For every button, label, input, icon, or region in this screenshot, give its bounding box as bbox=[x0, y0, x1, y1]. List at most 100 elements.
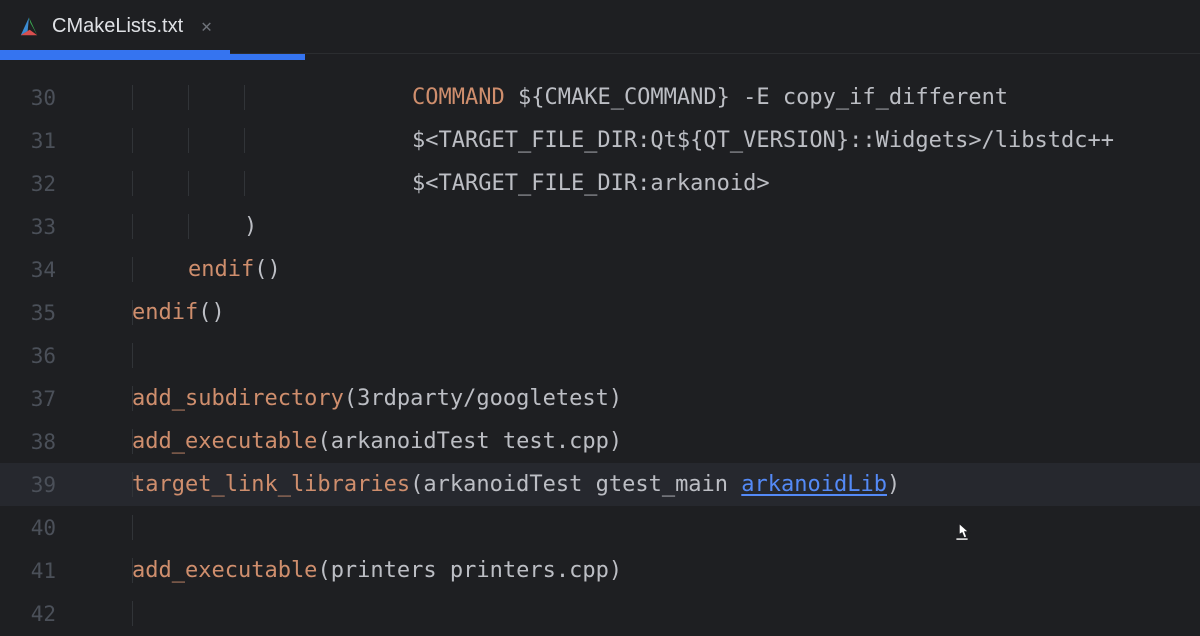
code-token: arkanoidTest gtest_main bbox=[423, 472, 741, 497]
indent-guide bbox=[244, 85, 245, 110]
indent-guide bbox=[132, 128, 133, 153]
code-content[interactable]: $<TARGET_FILE_DIR:Qt${QT_VERSION}::Widge… bbox=[80, 128, 1200, 153]
code-content[interactable]: COMMAND ${CMAKE_COMMAND} -E copy_if_diff… bbox=[80, 85, 1200, 110]
code-content[interactable]: add_subdirectory(3rdparty/googletest) bbox=[80, 386, 1200, 411]
code-content[interactable]: add_executable(printers printers.cpp) bbox=[80, 558, 1200, 583]
code-token: 3rdparty/googletest bbox=[357, 386, 609, 411]
code-token: () bbox=[254, 257, 281, 282]
progress-bar bbox=[0, 54, 305, 60]
tab-filename: CMakeLists.txt bbox=[52, 15, 183, 38]
editor-tab[interactable]: CMakeLists.txt ✕ bbox=[0, 0, 230, 53]
code-token: COMMAND bbox=[412, 85, 505, 110]
code-token: ( bbox=[317, 558, 330, 583]
code-token: } bbox=[717, 85, 730, 110]
code-line[interactable]: 41add_executable(printers printers.cpp) bbox=[0, 549, 1200, 592]
symbol-link[interactable]: arkanoidLib bbox=[741, 472, 887, 497]
indent-guide bbox=[132, 601, 133, 626]
code-token: arkanoidTest test.cpp bbox=[331, 429, 609, 454]
code-token: ${ bbox=[677, 128, 704, 153]
code-content[interactable] bbox=[80, 601, 1200, 626]
indent-guide bbox=[132, 386, 133, 411]
code-token: target_link_libraries bbox=[132, 472, 410, 497]
code-content[interactable]: ) bbox=[80, 214, 1200, 239]
code-token: $<TARGET_FILE_DIR:Qt bbox=[412, 128, 677, 153]
code-token: ( bbox=[410, 472, 423, 497]
line-number: 31 bbox=[0, 129, 80, 153]
code-content[interactable]: target_link_libraries(arkanoidTest gtest… bbox=[80, 472, 1200, 497]
code-line[interactable]: 33) bbox=[0, 205, 1200, 248]
indent-guide bbox=[132, 85, 133, 110]
indent-guide bbox=[132, 171, 133, 196]
line-number: 36 bbox=[0, 344, 80, 368]
code-token: add_subdirectory bbox=[132, 386, 344, 411]
code-token bbox=[505, 85, 518, 110]
indent-guide bbox=[188, 171, 189, 196]
code-token: $<TARGET_FILE_DIR:arkanoid> bbox=[412, 171, 770, 196]
code-line[interactable]: 42 bbox=[0, 592, 1200, 635]
indent-guide bbox=[132, 343, 133, 368]
code-content[interactable] bbox=[80, 343, 1200, 368]
code-editor[interactable]: 30COMMAND ${CMAKE_COMMAND} -E copy_if_di… bbox=[0, 54, 1200, 635]
code-content[interactable]: endif() bbox=[80, 257, 1200, 282]
code-token: endif bbox=[132, 300, 198, 325]
code-token: ::Widgets>/libstdc++ bbox=[849, 128, 1114, 153]
code-line[interactable]: 38add_executable(arkanoidTest test.cpp) bbox=[0, 420, 1200, 463]
code-token: QT_VERSION bbox=[703, 128, 835, 153]
code-token: ) bbox=[887, 472, 900, 497]
indent-guide bbox=[188, 85, 189, 110]
indent-guide bbox=[132, 214, 133, 239]
line-number: 38 bbox=[0, 430, 80, 454]
line-number: 30 bbox=[0, 86, 80, 110]
cmake-file-icon bbox=[18, 16, 40, 38]
indent-guide bbox=[188, 214, 189, 239]
line-number: 33 bbox=[0, 215, 80, 239]
line-number: 42 bbox=[0, 602, 80, 626]
close-icon[interactable]: ✕ bbox=[201, 16, 212, 37]
indent-guide bbox=[244, 171, 245, 196]
line-number: 41 bbox=[0, 559, 80, 583]
code-content[interactable]: endif() bbox=[80, 300, 1200, 325]
code-line[interactable]: 37add_subdirectory(3rdparty/googletest) bbox=[0, 377, 1200, 420]
code-token: CMAKE_COMMAND bbox=[544, 85, 716, 110]
code-line[interactable]: 31$<TARGET_FILE_DIR:Qt${QT_VERSION}::Wid… bbox=[0, 119, 1200, 162]
code-token: ) bbox=[609, 429, 622, 454]
line-number: 40 bbox=[0, 516, 80, 540]
code-token: add_executable bbox=[132, 429, 317, 454]
code-token: -E copy_if_different bbox=[730, 85, 1008, 110]
line-number: 35 bbox=[0, 301, 80, 325]
mouse-cursor-link-icon bbox=[950, 520, 974, 544]
code-line[interactable]: 30COMMAND ${CMAKE_COMMAND} -E copy_if_di… bbox=[0, 76, 1200, 119]
indent-guide bbox=[132, 257, 133, 282]
line-number: 39 bbox=[0, 473, 80, 497]
code-token: } bbox=[836, 128, 849, 153]
code-token: ) bbox=[244, 214, 257, 239]
indent-guide bbox=[132, 515, 133, 540]
indent-guide bbox=[244, 128, 245, 153]
code-token: () bbox=[198, 300, 225, 325]
code-token: printers printers.cpp bbox=[331, 558, 609, 583]
code-token: ( bbox=[317, 429, 330, 454]
code-line[interactable]: 36 bbox=[0, 334, 1200, 377]
code-line[interactable]: 35endif() bbox=[0, 291, 1200, 334]
code-line[interactable]: 34endif() bbox=[0, 248, 1200, 291]
code-content[interactable] bbox=[80, 515, 1200, 540]
code-line[interactable]: 32 $<TARGET_FILE_DIR:arkanoid> bbox=[0, 162, 1200, 205]
code-token: ) bbox=[609, 386, 622, 411]
line-number: 37 bbox=[0, 387, 80, 411]
indent-guide bbox=[132, 300, 133, 325]
code-content[interactable]: add_executable(arkanoidTest test.cpp) bbox=[80, 429, 1200, 454]
code-line[interactable]: 40 bbox=[0, 506, 1200, 549]
code-token: add_executable bbox=[132, 558, 317, 583]
code-token: ) bbox=[609, 558, 622, 583]
code-token: endif bbox=[188, 257, 254, 282]
code-content[interactable]: $<TARGET_FILE_DIR:arkanoid> bbox=[80, 171, 1200, 196]
indent-guide bbox=[132, 429, 133, 454]
indent-guide bbox=[188, 128, 189, 153]
tab-bar: CMakeLists.txt ✕ bbox=[0, 0, 1200, 54]
indent-guide bbox=[132, 558, 133, 583]
line-number: 32 bbox=[0, 172, 80, 196]
code-line[interactable]: 39target_link_libraries(arkanoidTest gte… bbox=[0, 463, 1200, 506]
code-token: ( bbox=[344, 386, 357, 411]
code-token: ${ bbox=[518, 85, 545, 110]
line-number: 34 bbox=[0, 258, 80, 282]
